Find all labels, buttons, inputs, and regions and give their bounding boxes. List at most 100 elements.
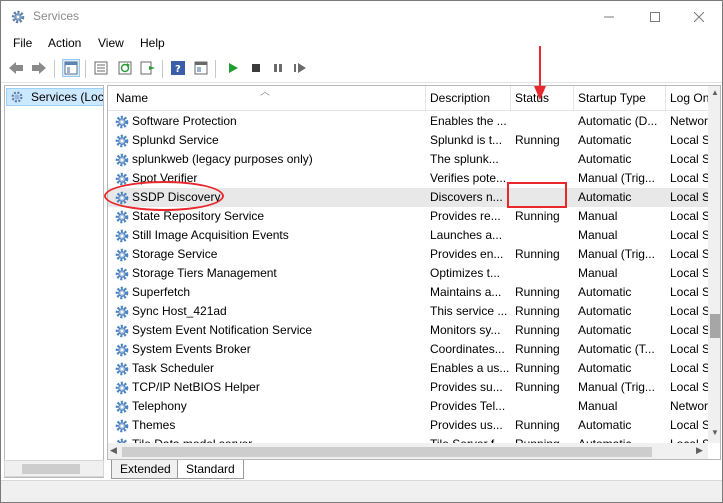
service-description-cell: Provides re... (430, 209, 501, 223)
forward-icon (32, 62, 46, 74)
service-gear-icon (115, 324, 129, 338)
status-bar (1, 480, 722, 502)
pause-service-icon (274, 64, 282, 72)
maximize-button[interactable] (632, 1, 678, 32)
service-logon-cell: Local S... (670, 380, 708, 394)
service-row[interactable]: Themes Provides us... Running Automatic Loca… (108, 416, 708, 435)
service-row[interactable]: State Repository Service Provides re... Ru… (108, 207, 708, 226)
service-gear-icon (115, 267, 129, 281)
properties-button[interactable] (92, 59, 110, 77)
service-row[interactable]: Splunkd Service Splunkd is t... Running Aut… (108, 131, 708, 150)
menu-view[interactable]: View (98, 36, 124, 50)
service-row[interactable]: Telephony Provides Tel... Manual Network... (108, 397, 708, 416)
column-startup-type[interactable]: Startup Type (574, 86, 666, 111)
service-status-cell: Running (515, 304, 560, 318)
vertical-scrollbar[interactable]: ▲ ▼ (708, 86, 720, 443)
tab-extended[interactable]: Extended (111, 460, 180, 479)
tree-item-label: Services (Local) (31, 90, 104, 104)
service-name-cell: Still Image Acquisition Events (132, 228, 289, 242)
service-status-cell: Running (515, 418, 560, 432)
menu-help[interactable]: Help (140, 36, 165, 50)
restart-service-icon (294, 63, 306, 73)
services-gear-icon (11, 10, 25, 24)
service-row[interactable]: Storage Tiers Management Optimizes t... Ma… (108, 264, 708, 283)
start-service-button[interactable] (224, 59, 242, 77)
service-startup-cell: Automatic (D... (578, 114, 658, 128)
service-logon-cell: Local S... (670, 247, 708, 261)
service-row[interactable]: System Events Broker Coordinates... Runnin… (108, 340, 708, 359)
service-description-cell: Provides su... (430, 380, 503, 394)
menu-file[interactable]: File (13, 36, 32, 50)
console-view-button[interactable] (192, 59, 210, 77)
service-logon-cell: Local S... (670, 323, 708, 337)
service-name-cell: Storage Service (132, 247, 218, 261)
service-row[interactable]: Spot Verifier Verifies pote... Manual (Tri… (108, 169, 708, 188)
service-name-cell: State Repository Service (132, 209, 265, 223)
service-startup-cell: Automatic (578, 304, 632, 318)
tree-item-services-local[interactable]: Services (Local) (6, 88, 104, 106)
scroll-left-icon[interactable]: ◀ (110, 445, 117, 456)
service-row[interactable]: Superfetch Maintains a... Running Automatic… (108, 283, 708, 302)
column-log-on-as[interactable]: Log On As (666, 86, 710, 111)
service-logon-cell: Local S... (670, 342, 708, 356)
column-status[interactable]: Status (511, 86, 574, 111)
service-startup-cell: Manual (578, 266, 618, 280)
help-button[interactable]: ? (169, 59, 187, 77)
service-name-cell: System Events Broker (132, 342, 251, 356)
window-title: Services (33, 9, 80, 23)
service-logon-cell: Local S... (670, 418, 708, 432)
pause-service-button[interactable] (269, 59, 287, 77)
service-status-cell: Running (515, 247, 560, 261)
service-row[interactable]: Task Scheduler Enables a us... Running Auto… (108, 359, 708, 378)
close-button[interactable] (676, 1, 722, 32)
service-gear-icon (115, 362, 129, 376)
back-button[interactable] (7, 59, 25, 77)
service-description-cell: Enables a us... (430, 361, 510, 375)
show-hide-tree-button[interactable] (62, 59, 80, 77)
column-name[interactable]: Name (108, 86, 426, 111)
scrollbar-thumb[interactable] (22, 464, 80, 474)
scrollbar-thumb[interactable] (122, 447, 652, 457)
service-row[interactable]: Still Image Acquisition Events Launches a… (108, 226, 708, 245)
service-row[interactable]: System Event Notification Service Monitor… (108, 321, 708, 340)
service-status-cell: Running (515, 133, 560, 147)
export-list-button[interactable] (139, 59, 157, 77)
service-row[interactable]: Tile Data model serverTile Server f... Ru… (108, 435, 708, 443)
service-startup-cell: Automatic (T... (578, 342, 655, 356)
service-row[interactable]: TCP/IP NetBIOS Helper Provides su... Runni… (108, 378, 708, 397)
minimize-icon (604, 16, 614, 17)
service-startup-cell: Manual (Trig... (578, 247, 655, 261)
scrollbar-thumb[interactable] (710, 314, 720, 338)
column-description[interactable]: Description (426, 86, 511, 111)
service-status-cell (515, 264, 573, 283)
scroll-down-icon[interactable]: ▼ (711, 428, 719, 437)
minimize-button[interactable] (586, 1, 632, 32)
toolbar: ? (1, 54, 722, 83)
service-name-cell: SSDP Discovery (132, 190, 221, 204)
stop-service-button[interactable] (247, 59, 265, 77)
menu-action[interactable]: Action (48, 36, 81, 50)
service-row[interactable]: Software Protection Enables the ... Automa… (108, 112, 708, 131)
service-row[interactable]: Storage Service Provides en... Running Manu… (108, 245, 708, 264)
service-row[interactable]: splunkweb (legacy purposes only) The splu… (108, 150, 708, 169)
service-logon-cell: Local S... (670, 435, 708, 443)
service-description-cell: The splunk... (430, 152, 499, 166)
service-startup-cell: Manual (578, 399, 618, 413)
service-status-cell (515, 397, 573, 416)
tree-horizontal-scrollbar[interactable] (4, 460, 104, 477)
restart-service-button[interactable] (291, 59, 309, 77)
service-row[interactable]: SSDP Discovery Discovers n... Automatic Loc… (108, 188, 708, 207)
forward-button[interactable] (30, 59, 48, 77)
service-logon-cell: Local S... (670, 285, 708, 299)
service-row[interactable]: Sync Host_421ad This service ... Running Au… (108, 302, 708, 321)
show-hide-tree-icon (64, 61, 78, 75)
scroll-right-icon[interactable]: ▶ (696, 445, 703, 456)
services-rows: Software Protection Enables the ... Automa… (108, 112, 708, 443)
start-service-icon (229, 63, 238, 73)
service-name-cell: Tile Data model server (132, 435, 428, 443)
service-logon-cell: Local S... (670, 266, 708, 280)
horizontal-scrollbar[interactable]: ◀ ▶ (108, 443, 708, 459)
refresh-button[interactable] (116, 59, 134, 77)
tab-standard[interactable]: Standard (177, 460, 244, 479)
scroll-up-icon[interactable]: ▲ (711, 88, 719, 97)
